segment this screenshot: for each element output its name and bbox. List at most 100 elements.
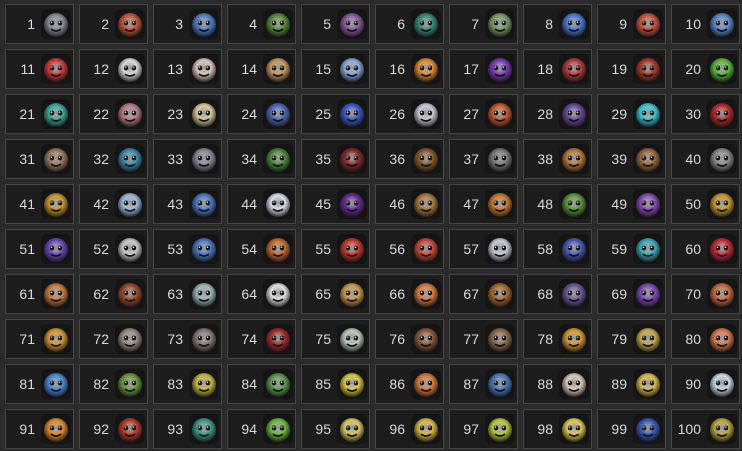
emote-cell[interactable]: 12 [79, 49, 148, 89]
emote-cell[interactable]: 39 [597, 139, 666, 179]
emote-cell[interactable]: 38 [523, 139, 592, 179]
emote-cell[interactable]: 59 [597, 229, 666, 269]
emote-cell[interactable]: 80 [671, 319, 740, 359]
emote-cell[interactable]: 90 [671, 364, 740, 404]
emote-cell[interactable]: 31 [5, 139, 74, 179]
emote-cell[interactable]: 13 [153, 49, 222, 89]
emote-cell[interactable]: 53 [153, 229, 222, 269]
emote-cell[interactable]: 18 [523, 49, 592, 89]
emote-cell[interactable]: 15 [301, 49, 370, 89]
emote-cell[interactable]: 30 [671, 94, 740, 134]
emote-cell[interactable]: 20 [671, 49, 740, 89]
emote-cell[interactable]: 41 [5, 184, 74, 224]
emote-cell[interactable]: 11 [5, 49, 74, 89]
emote-cell[interactable]: 65 [301, 274, 370, 314]
emote-cell[interactable]: 2 [79, 4, 148, 44]
emote-cell[interactable]: 36 [375, 139, 444, 179]
emote-cell[interactable]: 85 [301, 364, 370, 404]
emote-cell[interactable]: 96 [375, 409, 444, 449]
emote-cell[interactable]: 24 [227, 94, 296, 134]
emote-cell[interactable]: 73 [153, 319, 222, 359]
emote-cell[interactable]: 43 [153, 184, 222, 224]
emote-cell[interactable]: 58 [523, 229, 592, 269]
emote-cell[interactable]: 98 [523, 409, 592, 449]
emote-cell[interactable]: 56 [375, 229, 444, 269]
emote-cell[interactable]: 44 [227, 184, 296, 224]
emote-cell[interactable]: 67 [449, 274, 518, 314]
emote-cell[interactable]: 99 [597, 409, 666, 449]
emote-cell[interactable]: 35 [301, 139, 370, 179]
emote-cell[interactable]: 81 [5, 364, 74, 404]
emote-cell[interactable]: 97 [449, 409, 518, 449]
emote-cell[interactable]: 75 [301, 319, 370, 359]
emote-cell[interactable]: 55 [301, 229, 370, 269]
emote-cell[interactable]: 16 [375, 49, 444, 89]
emote-cell[interactable]: 14 [227, 49, 296, 89]
emote-cell[interactable]: 54 [227, 229, 296, 269]
emote-cell[interactable]: 5 [301, 4, 370, 44]
emote-cell[interactable]: 86 [375, 364, 444, 404]
emote-cell[interactable]: 66 [375, 274, 444, 314]
emote-cell[interactable]: 82 [79, 364, 148, 404]
emote-cell[interactable]: 63 [153, 274, 222, 314]
emote-cell[interactable]: 72 [79, 319, 148, 359]
emote-cell[interactable]: 88 [523, 364, 592, 404]
emote-cell[interactable]: 100 [671, 409, 740, 449]
emote-cell[interactable]: 28 [523, 94, 592, 134]
emote-cell[interactable]: 95 [301, 409, 370, 449]
emote-cell[interactable]: 69 [597, 274, 666, 314]
emote-cell[interactable]: 4 [227, 4, 296, 44]
emote-cell[interactable]: 57 [449, 229, 518, 269]
emote-cell[interactable]: 47 [449, 184, 518, 224]
emote-cell[interactable]: 84 [227, 364, 296, 404]
emote-cell[interactable]: 40 [671, 139, 740, 179]
emote-cell[interactable]: 52 [79, 229, 148, 269]
emote-cell[interactable]: 3 [153, 4, 222, 44]
emote-cell[interactable]: 76 [375, 319, 444, 359]
emote-cell[interactable]: 22 [79, 94, 148, 134]
emote-cell[interactable]: 50 [671, 184, 740, 224]
emote-cell[interactable]: 9 [597, 4, 666, 44]
emote-cell[interactable]: 94 [227, 409, 296, 449]
emote-cell[interactable]: 10 [671, 4, 740, 44]
emote-cell[interactable]: 7 [449, 4, 518, 44]
emote-cell[interactable]: 8 [523, 4, 592, 44]
emote-cell[interactable]: 71 [5, 319, 74, 359]
emote-cell[interactable]: 87 [449, 364, 518, 404]
emote-cell[interactable]: 60 [671, 229, 740, 269]
emote-cell[interactable]: 6 [375, 4, 444, 44]
emote-cell[interactable]: 48 [523, 184, 592, 224]
emote-cell[interactable]: 32 [79, 139, 148, 179]
emote-cell[interactable]: 51 [5, 229, 74, 269]
emote-cell[interactable]: 29 [597, 94, 666, 134]
emote-cell[interactable]: 77 [449, 319, 518, 359]
emote-cell[interactable]: 42 [79, 184, 148, 224]
emote-cell[interactable]: 62 [79, 274, 148, 314]
emote-cell[interactable]: 1 [5, 4, 74, 44]
emote-cell[interactable]: 23 [153, 94, 222, 134]
emote-cell[interactable]: 68 [523, 274, 592, 314]
emote-cell[interactable]: 74 [227, 319, 296, 359]
emote-cell[interactable]: 79 [597, 319, 666, 359]
emote-cell[interactable]: 27 [449, 94, 518, 134]
emote-cell[interactable]: 37 [449, 139, 518, 179]
emote-cell[interactable]: 19 [597, 49, 666, 89]
emote-cell[interactable]: 33 [153, 139, 222, 179]
emote-cell[interactable]: 89 [597, 364, 666, 404]
emote-cell[interactable]: 78 [523, 319, 592, 359]
emote-cell[interactable]: 61 [5, 274, 74, 314]
emote-cell[interactable]: 45 [301, 184, 370, 224]
emote-cell[interactable]: 92 [79, 409, 148, 449]
emote-cell[interactable]: 49 [597, 184, 666, 224]
emote-cell[interactable]: 25 [301, 94, 370, 134]
emote-cell[interactable]: 83 [153, 364, 222, 404]
emote-cell[interactable]: 26 [375, 94, 444, 134]
emote-cell[interactable]: 17 [449, 49, 518, 89]
emote-cell[interactable]: 93 [153, 409, 222, 449]
emote-cell[interactable]: 64 [227, 274, 296, 314]
emote-cell[interactable]: 46 [375, 184, 444, 224]
emote-cell[interactable]: 21 [5, 94, 74, 134]
emote-cell[interactable]: 91 [5, 409, 74, 449]
emote-cell[interactable]: 70 [671, 274, 740, 314]
emote-cell[interactable]: 34 [227, 139, 296, 179]
